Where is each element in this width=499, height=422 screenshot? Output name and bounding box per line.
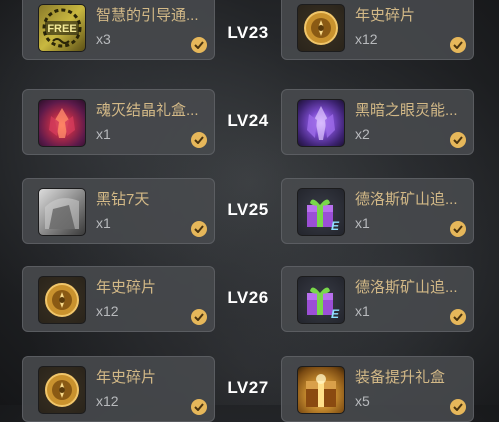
reward-card[interactable]: 黑钻7天 x1: [22, 178, 215, 244]
claimed-check-icon: [191, 309, 207, 325]
soul-crystal-box-icon: [38, 99, 86, 147]
claimed-check-icon: [191, 37, 207, 53]
item-name: 德洛斯矿山追...: [355, 279, 458, 296]
item-quantity: x3: [96, 31, 111, 47]
svg-text:E: E: [331, 307, 340, 321]
claimed-check-icon: [191, 399, 207, 415]
free-guide-icon: FREE: [38, 4, 86, 52]
item-name: 德洛斯矿山追...: [355, 191, 458, 208]
gift-box-icon: E: [297, 276, 345, 324]
claimed-check-icon: [450, 37, 466, 53]
claimed-check-icon: [191, 132, 207, 148]
item-quantity: x1: [96, 126, 111, 142]
reward-card[interactable]: E 德洛斯矿山追... x1: [281, 266, 474, 332]
level-label: LV24: [227, 111, 269, 130]
claimed-check-icon: [191, 221, 207, 237]
item-name: 年史碎片: [96, 279, 157, 296]
svg-text:E: E: [331, 219, 340, 233]
claimed-check-icon: [450, 132, 466, 148]
item-quantity: x1: [355, 303, 370, 319]
reward-card[interactable]: E 德洛斯矿山追... x1: [281, 178, 474, 244]
level-label: LV23: [227, 23, 269, 42]
level-label: LV25: [227, 200, 269, 219]
level-label: LV26: [227, 288, 269, 307]
reward-card[interactable]: 年史碎片 x12: [22, 356, 215, 422]
item-quantity: x1: [355, 215, 370, 231]
item-name: 黑暗之眼灵能...: [355, 102, 458, 119]
item-quantity: x12: [96, 303, 119, 319]
reward-row-lv23: FREE 智慧的引导通... x3 LV23 年史碎片 x12: [0, 0, 499, 66]
item-quantity: x2: [355, 126, 370, 142]
chronicle-fragment-icon: [297, 4, 345, 52]
reward-card[interactable]: 黑暗之眼灵能... x2: [281, 89, 474, 155]
item-name: 装备提升礼盒: [355, 369, 446, 386]
chronicle-fragment-icon: [38, 276, 86, 324]
reward-card[interactable]: 年史碎片 x12: [281, 0, 474, 60]
reward-row-lv24: 魂灭结晶礼盒... x1 LV24 黑暗之眼灵能... x2: [0, 89, 499, 155]
reward-row-lv26: 年史碎片 x12 LV26 E 德洛斯矿山追... x1: [0, 266, 499, 332]
gift-box-icon: E: [297, 188, 345, 236]
reward-card[interactable]: 装备提升礼盒 x5: [281, 356, 474, 422]
item-name: 年史碎片: [96, 369, 157, 386]
reward-card[interactable]: FREE 智慧的引导通... x3: [22, 0, 215, 60]
item-name: 黑钻7天: [96, 191, 150, 208]
item-quantity: x12: [355, 31, 378, 47]
free-label: FREE: [47, 23, 76, 35]
dark-eye-crystal-icon: [297, 99, 345, 147]
reward-card[interactable]: 年史碎片 x12: [22, 266, 215, 332]
claimed-check-icon: [450, 399, 466, 415]
reward-row-lv25: 黑钻7天 x1 LV25 E 德洛斯矿山追... x1: [0, 178, 499, 244]
reward-row-lv27: 年史碎片 x12 LV27 装备提升礼盒 x5: [0, 356, 499, 422]
reward-card[interactable]: 魂灭结晶礼盒... x1: [22, 89, 215, 155]
level-label: LV27: [227, 378, 269, 397]
chronicle-fragment-icon: [38, 366, 86, 414]
equipment-upgrade-box-icon: [297, 366, 345, 414]
claimed-check-icon: [450, 309, 466, 325]
item-quantity: x12: [96, 393, 119, 409]
item-quantity: x1: [96, 215, 111, 231]
claimed-check-icon: [450, 221, 466, 237]
item-name: 智慧的引导通...: [96, 7, 199, 24]
black-diamond-icon: [38, 188, 86, 236]
item-name: 魂灭结晶礼盒...: [96, 102, 199, 119]
item-quantity: x5: [355, 393, 370, 409]
item-name: 年史碎片: [355, 7, 416, 24]
